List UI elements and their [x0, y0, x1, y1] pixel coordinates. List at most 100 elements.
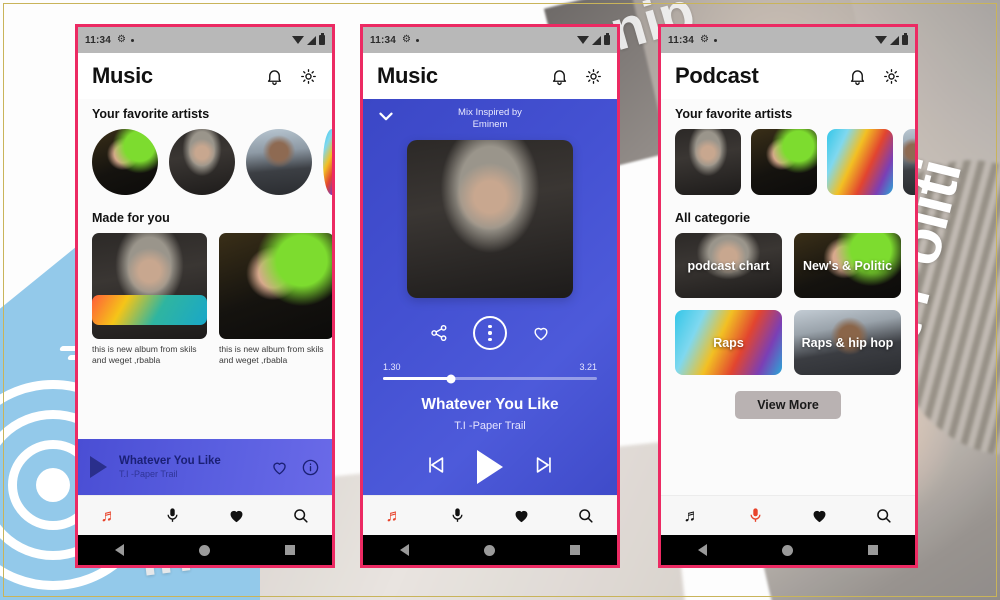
- artist-avatar-1[interactable]: [92, 129, 158, 195]
- bell-icon[interactable]: [265, 67, 284, 86]
- category-tile-raps-hip-hop[interactable]: Raps & hip hop: [794, 310, 901, 375]
- status-bar: 11:34 ⚙: [363, 27, 617, 53]
- android-nav-bar[interactable]: [363, 535, 617, 565]
- page-title: Podcast: [675, 63, 759, 88]
- play-icon[interactable]: [90, 456, 107, 478]
- artist-avatar-4[interactable]: [323, 129, 332, 195]
- page-title: Music: [377, 63, 438, 88]
- wifi-icon: [292, 36, 304, 44]
- back-triangle-icon[interactable]: [698, 544, 708, 556]
- signal-icon: [592, 35, 601, 45]
- nav-search[interactable]: [874, 506, 893, 525]
- heart-outline-icon[interactable]: [531, 323, 551, 343]
- more-vertical-icon[interactable]: [473, 316, 507, 350]
- nav-music[interactable]: ♬: [684, 507, 701, 524]
- app-bar-actions: [550, 67, 603, 86]
- artist-thumb-3[interactable]: [827, 129, 893, 195]
- status-indicators: [292, 33, 325, 45]
- time-labels: 1.30 3.21: [383, 362, 597, 372]
- category-label: podcast chart: [687, 258, 770, 273]
- song-artist: T.I -Paper Trail: [454, 420, 526, 432]
- recents-square-icon[interactable]: [867, 545, 878, 555]
- chevron-down-icon[interactable]: [375, 105, 397, 132]
- play-icon[interactable]: [477, 450, 503, 484]
- battery-icon: [604, 33, 610, 45]
- home-circle-icon[interactable]: [483, 544, 495, 556]
- artist-thumb-1[interactable]: [675, 129, 741, 195]
- gear-icon[interactable]: [882, 67, 901, 86]
- back-triangle-icon[interactable]: [400, 544, 410, 556]
- background-vinyl-center: [36, 468, 70, 502]
- progress-knob[interactable]: [446, 374, 456, 383]
- category-tile-raps[interactable]: Raps: [675, 310, 782, 375]
- app-bar-actions: [848, 67, 901, 86]
- album-card-3-peek[interactable]: [92, 295, 207, 325]
- recents-square-icon[interactable]: [284, 545, 295, 555]
- mini-player[interactable]: Whatever You Like T.I -Paper Trail: [78, 439, 332, 495]
- favorite-artists-row[interactable]: [78, 127, 332, 203]
- artist-avatar-2[interactable]: [169, 129, 235, 195]
- section-title-made-for-you: Made for you: [92, 211, 170, 225]
- bell-icon[interactable]: [550, 67, 569, 86]
- album-card-caption: this is new album from skils and weget ,…: [92, 344, 197, 365]
- battery-icon: [902, 33, 908, 45]
- android-nav-bar[interactable]: [661, 535, 915, 565]
- wifi-icon: [875, 36, 887, 44]
- nav-music[interactable]: ♬: [386, 507, 403, 524]
- signal-icon: [307, 35, 316, 45]
- status-time: 11:34: [668, 34, 695, 46]
- artist-thumb-4[interactable]: [903, 129, 915, 195]
- info-circle-icon[interactable]: [301, 458, 320, 477]
- status-indicators: [577, 33, 610, 45]
- category-grid[interactable]: podcast chart New's & Politic Raps Raps …: [661, 231, 915, 375]
- nav-mic[interactable]: [746, 506, 765, 525]
- mini-player-texts: Whatever You Like T.I -Paper Trail: [119, 455, 221, 479]
- album-card-caption: this is new album from skils and weget ,…: [219, 344, 324, 365]
- player-header: Mix Inspired by Eminem: [363, 99, 617, 132]
- nav-mic[interactable]: [163, 506, 182, 525]
- nav-favorites[interactable]: [227, 506, 246, 525]
- recents-square-icon[interactable]: [569, 545, 580, 555]
- nav-mic[interactable]: [448, 506, 467, 525]
- view-more-button[interactable]: View More: [735, 391, 841, 419]
- status-time: 11:34: [370, 34, 397, 46]
- nav-search[interactable]: [576, 506, 595, 525]
- bottom-nav[interactable]: ♬: [661, 495, 915, 535]
- album-card-2[interactable]: this is new album from skils and weget ,…: [219, 233, 332, 366]
- nav-music[interactable]: ♬: [101, 507, 118, 524]
- home-circle-icon[interactable]: [781, 544, 793, 556]
- heart-outline-icon[interactable]: [270, 458, 289, 477]
- bell-icon[interactable]: [848, 67, 867, 86]
- mix-label-line1: Mix Inspired by: [458, 107, 522, 118]
- player-action-row: [429, 316, 551, 350]
- nav-favorites[interactable]: [512, 506, 531, 525]
- section-title-favorite-artists: Your favorite artists: [92, 107, 210, 121]
- artist-thumb-2[interactable]: [751, 129, 817, 195]
- artist-avatar-3[interactable]: [246, 129, 312, 195]
- bottom-nav[interactable]: ♬: [78, 495, 332, 535]
- bottom-nav[interactable]: ♬: [363, 495, 617, 535]
- category-tile-podcast-chart[interactable]: podcast chart: [675, 233, 782, 298]
- share-icon[interactable]: [429, 323, 449, 343]
- android-nav-bar[interactable]: [78, 535, 332, 565]
- skip-previous-icon[interactable]: [425, 454, 447, 481]
- nav-favorites[interactable]: [810, 506, 829, 525]
- nav-search[interactable]: [291, 506, 310, 525]
- phone2-screen: Mix Inspired by Eminem 1.30 3.21 Whateve…: [363, 99, 617, 495]
- progress-slider[interactable]: [383, 374, 597, 383]
- page-title: Music: [92, 63, 153, 88]
- status-bar: 11:34 ⚙: [78, 27, 332, 53]
- favorite-artists-row[interactable]: [661, 127, 915, 203]
- gear-icon[interactable]: [299, 67, 318, 86]
- app-bar: Music: [363, 53, 617, 99]
- album-artwork: [407, 140, 573, 298]
- poster-canvas: nip ih s & Politi 11:34 ⚙ Music: [0, 0, 1000, 600]
- home-circle-icon[interactable]: [198, 544, 210, 556]
- category-tile-news-politic[interactable]: New's & Politic: [794, 233, 901, 298]
- gear-icon[interactable]: [584, 67, 603, 86]
- mini-player-actions: [270, 458, 320, 477]
- back-triangle-icon[interactable]: [115, 544, 125, 556]
- skip-next-icon[interactable]: [533, 454, 555, 481]
- phone1-screen: Your favorite artists Made for you this …: [78, 99, 332, 495]
- section-title-favorite-artists: Your favorite artists: [675, 107, 793, 121]
